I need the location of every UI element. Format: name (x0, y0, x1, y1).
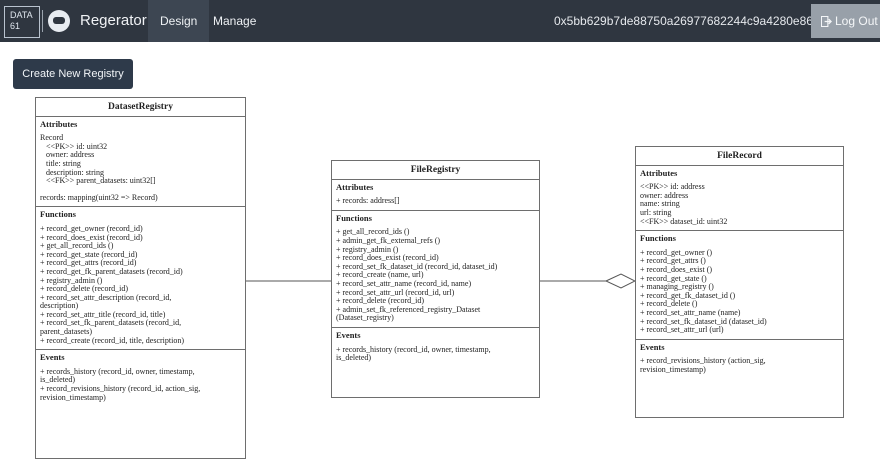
events-section: Events + records_history (record_id, own… (36, 350, 245, 406)
attributes-section: Attributes Record <<PK>> id: uint32 owne… (36, 117, 245, 208)
event-line: is_deleted) (336, 353, 372, 363)
event-line: revision_timestamp) (640, 364, 706, 374)
section-header: Functions (640, 233, 676, 244)
section-header: Attributes (40, 118, 78, 129)
functions-section: Functions + record_get_owner (record_id)… (36, 207, 245, 351)
class-title: FileRegistry (332, 161, 539, 180)
section-header: Events (336, 329, 361, 340)
section-header: Events (640, 341, 665, 352)
section-header: Attributes (640, 167, 678, 178)
events-section: Events + records_history (record_id, own… (332, 328, 539, 367)
attribute-line: + records: address[] (336, 196, 400, 206)
aggregation-diamond-icon (604, 273, 637, 289)
functions-section: Functions + record_get_owner () + record… (636, 231, 843, 340)
function-line: + record_create (record_id, title, descr… (40, 335, 184, 345)
dataset-registry-class[interactable]: DatasetRegistry Attributes Record <<PK>>… (35, 97, 246, 459)
functions-section: Functions + get_all_record_ids () + admi… (332, 211, 539, 328)
class-title: FileRecord (636, 147, 843, 166)
file-registry-class[interactable]: FileRegistry Attributes + records: addre… (331, 160, 540, 398)
attributes-section: Attributes + records: address[] (332, 180, 539, 211)
event-line: revision_timestamp) (40, 392, 106, 402)
section-header: Attributes (336, 181, 374, 192)
attribute-line: records: mapping(uint32 => Record) (40, 192, 158, 202)
file-record-class[interactable]: FileRecord Attributes <<PK>> id: address… (635, 146, 844, 418)
section-header: Functions (40, 209, 76, 220)
events-section: Events + record_revisions_history (actio… (636, 340, 843, 379)
attributes-section: Attributes <<PK>> id: address owner: add… (636, 166, 843, 232)
attribute-line: <<FK>> dataset_id: uint32 (640, 216, 728, 226)
function-line: (Dataset_registry) (336, 313, 394, 323)
section-header: Functions (336, 212, 372, 223)
section-header: Events (40, 352, 65, 363)
attribute-line: <<FK>> parent_datasets: uint32[] (46, 176, 156, 186)
class-title: DatasetRegistry (36, 98, 245, 117)
function-line: + record_set_attr_url (url) (640, 325, 724, 335)
